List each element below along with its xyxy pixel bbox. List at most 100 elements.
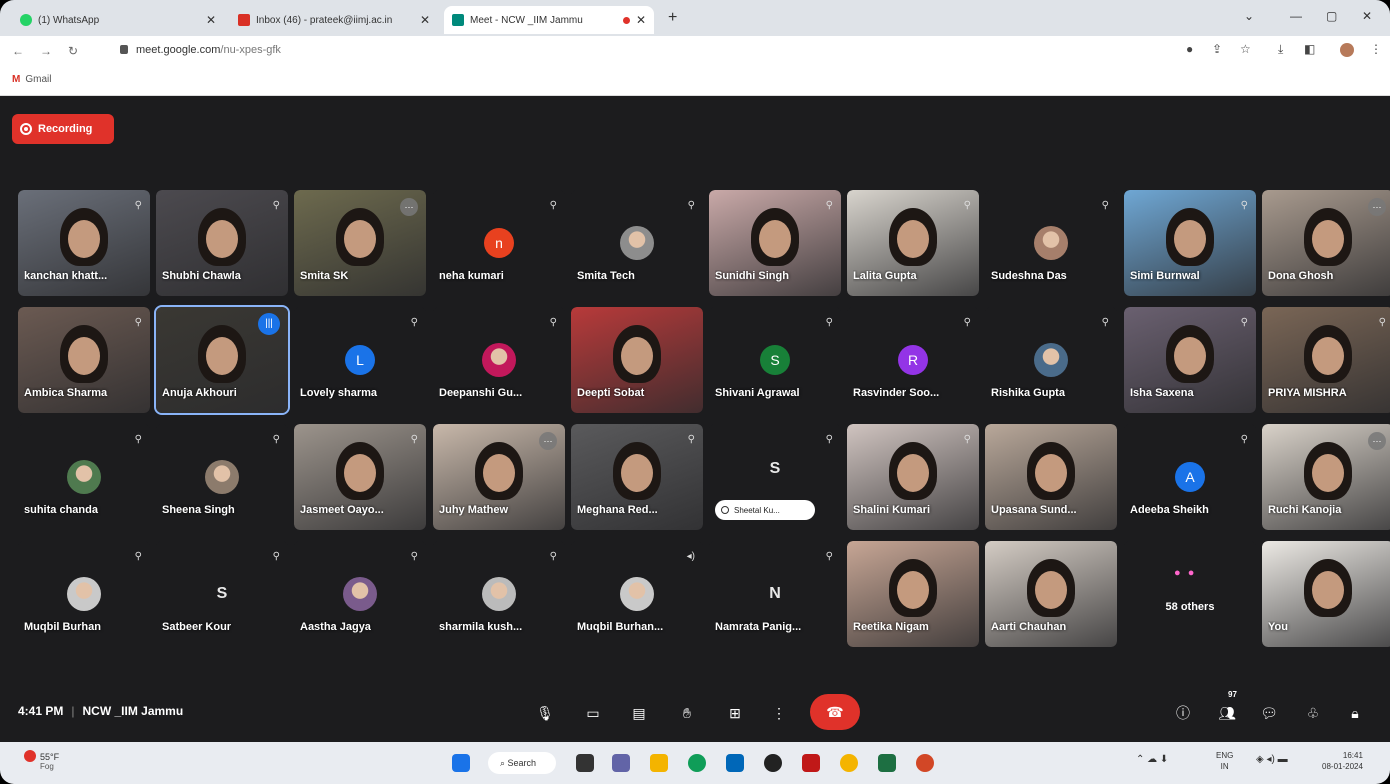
participant-tile[interactable]: ⚲ Ambica Sharma xyxy=(18,307,150,413)
camera-button[interactable]: ▭ xyxy=(578,698,608,728)
info-icon[interactable]: ⓘ xyxy=(1170,698,1196,728)
participant-tile[interactable]: ⚲ Lalita Gupta xyxy=(847,190,979,296)
network-icon[interactable]: ◈ ◂) ▬ xyxy=(1256,754,1288,765)
name-chip[interactable]: Sheetal Ku... xyxy=(715,500,815,520)
people-icon[interactable]: 👥︎ xyxy=(1214,698,1240,728)
participant-name: Simi Burnwal xyxy=(1130,270,1200,282)
participant-tile[interactable]: ⚲ Jasmeet Oayo... xyxy=(294,424,426,530)
participant-tile[interactable]: R ⚲ Rasvinder Soo... xyxy=(847,307,979,413)
participant-tile[interactable]: ⚲ PRIYA MISHRA xyxy=(1262,307,1390,413)
participant-tile[interactable]: A ⚲ Adeeba Sheikh xyxy=(1124,424,1256,530)
participant-tile[interactable]: ⚲ Aastha Jagya xyxy=(294,541,426,647)
participant-tile[interactable]: ⋯ Dona Ghosh xyxy=(1262,190,1390,296)
participant-tile[interactable]: L ⚲ Lovely sharma xyxy=(294,307,426,413)
participant-tile[interactable]: N ⚲ Namrata Panig... xyxy=(709,541,841,647)
participant-tile[interactable]: ⋯ Juhy Mathew xyxy=(433,424,565,530)
participant-tile[interactable]: Aarti Chauhan xyxy=(985,541,1117,647)
recording-label: Recording xyxy=(38,123,93,135)
forward-button[interactable]: → xyxy=(40,44,52,58)
participant-tile[interactable]: ⚲ Sheena Singh xyxy=(156,424,288,530)
language-indicator[interactable]: ENG IN xyxy=(1216,750,1233,772)
powerpoint-icon[interactable] xyxy=(916,754,934,772)
mcafee-icon[interactable] xyxy=(802,754,820,772)
recording-button[interactable]: Recording xyxy=(12,114,114,144)
participant-tile[interactable]: ⚲ Sunidhi Singh xyxy=(709,190,841,296)
excel-icon[interactable] xyxy=(878,754,896,772)
chevron-down-icon[interactable]: ⌄ xyxy=(1244,9,1254,23)
participant-tile[interactable]: Deepti Sobat xyxy=(571,307,703,413)
participant-tile[interactable]: ⋯ Ruchi Kanojia xyxy=(1262,424,1390,530)
minimize-button[interactable]: — xyxy=(1290,9,1302,23)
star-icon[interactable]: ☆ xyxy=(1240,42,1251,56)
participant-tile[interactable]: ⚲ Smita Tech xyxy=(571,190,703,296)
host-controls-icon[interactable]: 🔒︎ xyxy=(1342,698,1368,728)
weather-widget[interactable]: 55°F Fog xyxy=(24,750,59,771)
reload-button[interactable]: ↻ xyxy=(68,44,78,58)
hang-up-button[interactable]: ☎︎ xyxy=(810,694,860,730)
participant-tile[interactable]: ⚲ sharmila kush... xyxy=(433,541,565,647)
task-view-icon[interactable] xyxy=(576,754,594,772)
url-field[interactable]: meet.google.com/nu-xpes-gfk xyxy=(120,44,281,56)
close-icon[interactable]: ✕ xyxy=(206,13,216,27)
participant-tile[interactable]: ● ● 58 others xyxy=(1124,541,1256,647)
participant-tile[interactable]: ⚲ Rishika Gupta xyxy=(985,307,1117,413)
participant-tile[interactable]: ⚲ Shubhi Chawla xyxy=(156,190,288,296)
raise-hand-button[interactable]: ✋︎ xyxy=(672,698,702,728)
new-tab-button[interactable]: + xyxy=(668,9,677,27)
participant-tile[interactable]: ⚲ Simi Burnwal xyxy=(1124,190,1256,296)
participant-tile[interactable]: S Sheetal Ku... ⚲ xyxy=(709,424,841,530)
participant-tile[interactable]: S ⚲ Shivani Agrawal xyxy=(709,307,841,413)
participant-tile[interactable]: You xyxy=(1262,541,1390,647)
more-options-button[interactable]: ⋮ xyxy=(764,698,794,728)
system-tray[interactable]: ⌃ ☁ ⬇ xyxy=(1136,754,1168,765)
person-face xyxy=(621,337,653,375)
participant-tile[interactable]: ⚲ Shalini Kumari xyxy=(847,424,979,530)
bookmark-gmail[interactable]: M Gmail xyxy=(12,74,51,85)
participant-tile[interactable]: Reetika Nigam xyxy=(847,541,979,647)
participant-tile[interactable]: ⚲ Meghana Red... xyxy=(571,424,703,530)
participant-tile[interactable]: ⚲ Isha Saxena xyxy=(1124,307,1256,413)
participant-tile[interactable]: ⚲ Deepanshi Gu... xyxy=(433,307,565,413)
close-icon[interactable]: ✕ xyxy=(636,13,646,27)
present-button[interactable]: ⊞ xyxy=(720,698,750,728)
mic-button[interactable]: 🎙︎ xyxy=(530,698,560,728)
participant-tile[interactable]: ◂) Muqbil Burhan... xyxy=(571,541,703,647)
participant-tile[interactable]: ||| Anuja Akhouri xyxy=(154,305,290,415)
participant-tile[interactable]: ⚲ Muqbil Burhan xyxy=(18,541,150,647)
file-explorer-icon[interactable] xyxy=(650,754,668,772)
participant-initial: A xyxy=(1175,462,1205,492)
camera-icon[interactable]: ● xyxy=(1186,42,1193,56)
store-icon[interactable] xyxy=(726,754,744,772)
participant-name: Muqbil Burhan xyxy=(24,621,101,633)
share-icon[interactable]: ⇪ xyxy=(1212,42,1222,56)
participant-tile[interactable]: Upasana Sund... xyxy=(985,424,1117,530)
dell-icon[interactable] xyxy=(764,754,782,772)
teams-icon[interactable] xyxy=(612,754,630,772)
chat-icon[interactable]: 💬︎ xyxy=(1256,698,1282,728)
maximize-button[interactable]: ▢ xyxy=(1326,9,1337,23)
captions-button[interactable]: ▤ xyxy=(624,698,654,728)
participant-tile[interactable]: n ⚲ neha kumari xyxy=(433,190,565,296)
close-icon[interactable]: ✕ xyxy=(420,13,430,27)
sidepanel-icon[interactable]: ◧ xyxy=(1304,42,1315,56)
start-icon[interactable] xyxy=(452,754,470,772)
download-icon[interactable]: ⤓ xyxy=(1278,42,1283,57)
activities-icon[interactable]: ♧ xyxy=(1300,698,1326,728)
taskbar-clock[interactable]: 16:41 08-01-2024 xyxy=(1322,750,1363,772)
edge-icon[interactable] xyxy=(688,754,706,772)
address-bar: ← → ↻ meet.google.com/nu-xpes-gfk ● ⇪ ☆ … xyxy=(0,36,1390,66)
tab-gmail[interactable]: Inbox (46) - prateek@iimj.ac.in ✕ xyxy=(230,6,438,34)
participant-tile[interactable]: S ⚲ Satbeer Kour xyxy=(156,541,288,647)
menu-icon[interactable]: ⋮ xyxy=(1370,42,1382,56)
participant-tile[interactable]: ⋯ Smita SK xyxy=(294,190,426,296)
participant-tile[interactable]: ⚲ Sudeshna Das xyxy=(985,190,1117,296)
taskbar-search[interactable]: ⌕ Search xyxy=(488,752,556,774)
participant-tile[interactable]: ⚲ suhita chanda xyxy=(18,424,150,530)
back-button[interactable]: ← xyxy=(12,44,24,58)
chrome-icon[interactable] xyxy=(840,754,858,772)
tab-whatsapp[interactable]: (1) WhatsApp ✕ xyxy=(12,6,224,34)
tab-meet[interactable]: Meet - NCW _IIM Jammu ✕ xyxy=(444,6,654,34)
close-window-button[interactable]: ✕ xyxy=(1362,9,1372,23)
participant-tile[interactable]: ⚲ kanchan khatt... xyxy=(18,190,150,296)
profile-avatar[interactable] xyxy=(1340,43,1354,57)
